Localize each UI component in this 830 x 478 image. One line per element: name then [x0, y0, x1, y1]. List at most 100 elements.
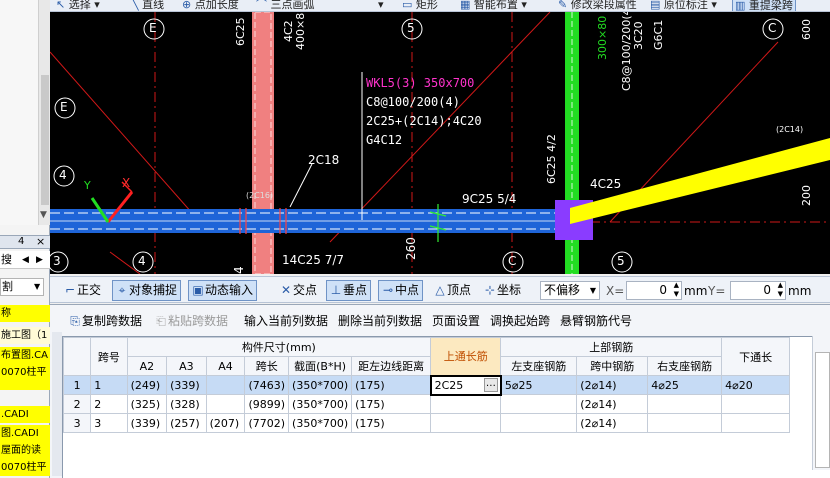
- close-icon[interactable]: ×: [36, 235, 45, 248]
- smart-layout-tool[interactable]: ▦ 智能布置 ▾: [460, 0, 527, 11]
- col-section[interactable]: 截面(B*H): [288, 356, 353, 376]
- ortho-button[interactable]: ⌐ 正交: [60, 280, 105, 301]
- cell-distance[interactable]: (175): [351, 375, 432, 395]
- file-item-2[interactable]: 布置图.CA: [0, 347, 50, 364]
- table-row[interactable]: 3 3 (339) (257) (207) (7702) (350*700) (…: [63, 413, 830, 433]
- cell-bottom-through[interactable]: 4⌀20: [721, 375, 791, 395]
- intersection-button[interactable]: ✕ 交点: [276, 280, 321, 301]
- copy-span-button[interactable]: ⎘ 复制跨数据: [68, 312, 142, 329]
- x-spinner-icon[interactable]: ▲ ▼: [674, 281, 679, 299]
- page-setup-button[interactable]: 页面设置: [432, 312, 480, 329]
- cell-a4[interactable]: (207): [205, 413, 246, 433]
- left-scrollbar[interactable]: ▼: [38, 0, 50, 225]
- col-span-no[interactable]: 跨号: [90, 337, 128, 376]
- delete-column-button[interactable]: 删除当前列数据: [338, 312, 422, 329]
- col-span-length[interactable]: 跨长: [244, 356, 290, 376]
- label-2c18[interactable]: 2C18: [308, 153, 339, 167]
- cell-top-through[interactable]: [430, 413, 502, 433]
- cell-mid-span[interactable]: (2⌀14): [576, 413, 649, 433]
- y-spinner-icon[interactable]: ▲ ▼: [778, 281, 783, 299]
- row-number[interactable]: 3: [63, 413, 92, 433]
- file-item-8[interactable]: 屋面的读: [0, 442, 50, 459]
- col-a4[interactable]: A4: [205, 356, 246, 376]
- cell-span[interactable]: 2: [90, 394, 128, 414]
- arc-tool[interactable]: ⌒ 三点画弧 ▾: [256, 0, 384, 11]
- cell-right-support[interactable]: [647, 413, 723, 433]
- row-number[interactable]: 1: [63, 375, 92, 395]
- label-2c16[interactable]: (2C16): [246, 191, 273, 200]
- cell-right-support[interactable]: [647, 394, 723, 414]
- cell-section[interactable]: (350*700): [288, 413, 353, 433]
- cantilever-rebar-button[interactable]: 悬臂钢筋代号: [560, 312, 632, 329]
- cell-length[interactable]: (9899): [244, 394, 290, 414]
- left-panel-field[interactable]: 割 ▼: [0, 278, 44, 296]
- cell-a3[interactable]: (328): [166, 394, 207, 414]
- arrow-right-icon[interactable]: ▶: [36, 251, 43, 269]
- file-item-0[interactable]: 称: [0, 305, 50, 322]
- file-item-9[interactable]: 0070柱平: [0, 459, 50, 476]
- col-a3[interactable]: A3: [166, 356, 207, 376]
- re-extract-tool[interactable]: ▥ 重提梁跨: [732, 0, 796, 11]
- dynamic-input-button[interactable]: ▣动态输入: [188, 280, 258, 301]
- cell-top-through-editor[interactable]: 2C25…: [429, 374, 502, 396]
- cell-section[interactable]: (350*700): [288, 375, 353, 395]
- cell-mid-span[interactable]: (2⌀14): [576, 375, 649, 395]
- cell-section[interactable]: (350*700): [288, 394, 353, 414]
- span-grid[interactable]: 跨号 构件尺寸(mm) 上通长筋 上部钢筋 下通长 A2 A3 A4 跨长 截面…: [62, 336, 830, 478]
- col-right-support[interactable]: 右支座钢筋: [647, 356, 723, 376]
- pin-icon[interactable]: 4: [18, 236, 24, 247]
- cell-top-through[interactable]: [430, 394, 502, 414]
- coordinate-button[interactable]: ⊹ 坐标: [480, 280, 525, 301]
- cell-distance[interactable]: (175): [351, 394, 432, 414]
- cell-span[interactable]: 1: [90, 375, 128, 395]
- cell-a2[interactable]: (325): [126, 394, 168, 414]
- left-scrollbar-thumb[interactable]: [41, 75, 49, 205]
- perpendicular-button[interactable]: ⊥ 垂点: [326, 280, 372, 301]
- file-item-1[interactable]: 施工图（1: [0, 327, 50, 344]
- table-row[interactable]: 1 1 (249) (339) (7463) (350*700) (175) 2…: [63, 374, 830, 396]
- midpoint-button[interactable]: ⊸ 中点: [378, 280, 424, 301]
- cell-left-support[interactable]: 5⌀25: [500, 375, 578, 395]
- line-tool[interactable]: ╲ 直线: [132, 0, 164, 11]
- cell-bottom-through[interactable]: [721, 394, 791, 414]
- cell-a3[interactable]: (339): [166, 375, 207, 395]
- object-snap-button[interactable]: ⌖ 对象捕捉: [112, 280, 182, 301]
- cell-left-support[interactable]: [500, 413, 578, 433]
- vertex-button[interactable]: △ 顶点: [430, 280, 475, 301]
- file-item-3[interactable]: 0070柱平: [0, 364, 50, 381]
- cell-a2[interactable]: (249): [126, 375, 168, 395]
- cell-mid-span[interactable]: (2⌀14): [576, 394, 649, 414]
- file-item-4[interactable]: [0, 381, 50, 390]
- offset-select[interactable]: 不偏移 ▼: [540, 281, 600, 300]
- col-mid-span[interactable]: 跨中钢筋: [576, 356, 649, 376]
- table-row[interactable]: 2 2 (325) (328) (9899) (350*700) (175) (…: [63, 394, 830, 414]
- label-6c25-4-2[interactable]: 6C25 4/2: [545, 134, 558, 184]
- label-4c25[interactable]: 4C25: [590, 177, 621, 191]
- adjust-start-span-button[interactable]: 调换起始跨: [490, 312, 550, 329]
- cad-drawing[interactable]: [50, 12, 830, 274]
- cell-span[interactable]: 3: [90, 413, 128, 433]
- cell-distance[interactable]: (175): [351, 413, 432, 433]
- scroll-down-icon[interactable]: ▼: [40, 210, 47, 220]
- cad-canvas[interactable]: E 5 C E 4 4 5 C 3 WKL5(3) 350x700 C8@100…: [50, 12, 830, 274]
- paste-span-button[interactable]: ⎗ 粘贴跨数据: [154, 312, 228, 329]
- file-item-7[interactable]: 图.CADI: [0, 425, 50, 442]
- rectangle-tool[interactable]: ▭ 矩形: [402, 0, 438, 11]
- cell-bottom-through[interactable]: [721, 413, 791, 433]
- input-column-button[interactable]: 输入当前列数据: [244, 312, 328, 329]
- label-2c14[interactable]: (2C14): [776, 125, 803, 134]
- y-input[interactable]: 0 ▲ ▼: [730, 281, 786, 300]
- beam-annotation-line4[interactable]: G4C12: [366, 133, 402, 147]
- col-distance[interactable]: 距左边线距离: [351, 356, 432, 376]
- cell-a3[interactable]: (257): [166, 413, 207, 433]
- col-left-support[interactable]: 左支座钢筋: [500, 356, 578, 376]
- cell-left-support[interactable]: [500, 394, 578, 414]
- beam-annotation-line2[interactable]: C8@100/200(4): [366, 95, 460, 109]
- cell-a4[interactable]: [205, 394, 246, 414]
- cell-a2[interactable]: (339): [126, 413, 168, 433]
- point-length-tool[interactable]: ⊕ 点加长度: [182, 0, 239, 11]
- dropdown-icon[interactable]: ▼: [34, 279, 40, 295]
- col-top-through[interactable]: 上通长筋: [430, 337, 502, 376]
- arrow-left-icon[interactable]: ◀: [22, 251, 29, 269]
- cell-right-support[interactable]: 4⌀25: [647, 375, 723, 395]
